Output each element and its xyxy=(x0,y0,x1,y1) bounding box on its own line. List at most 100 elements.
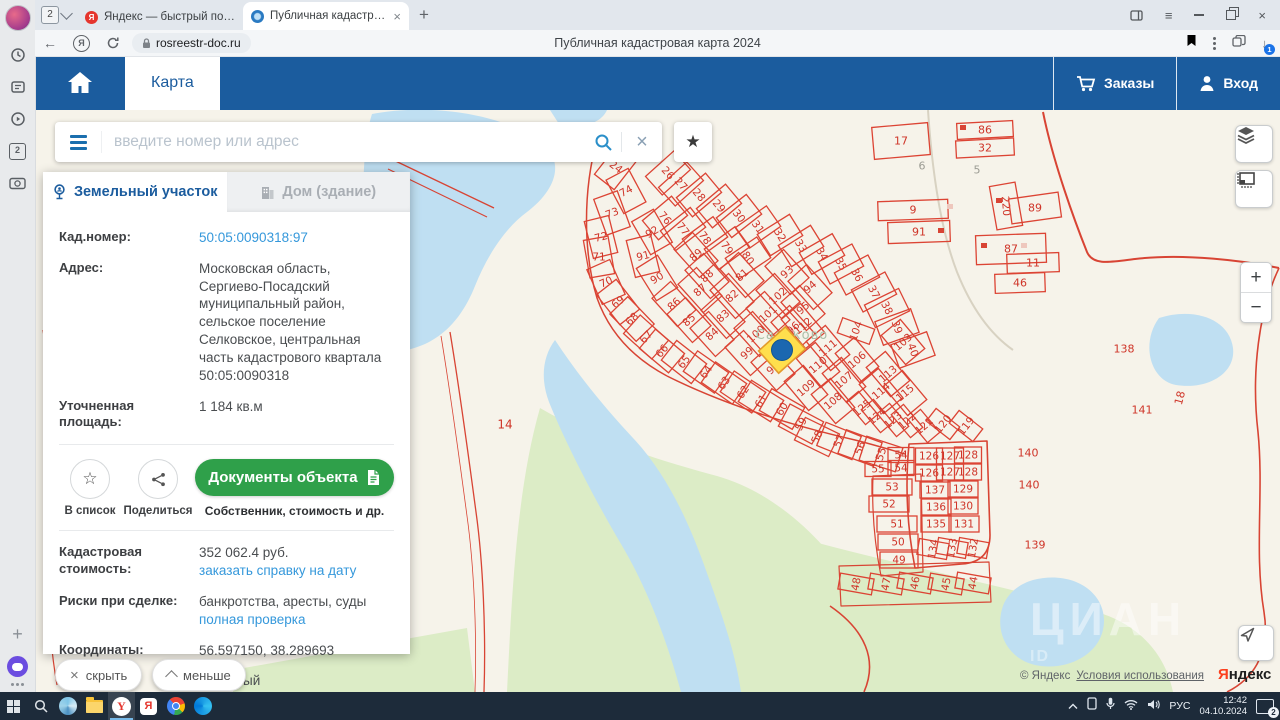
selected-parcel-marker[interactable] xyxy=(772,340,793,361)
share-button[interactable]: Поделиться xyxy=(127,459,189,517)
taskbar-edge[interactable] xyxy=(189,692,216,720)
phone-link-icon[interactable] xyxy=(1087,697,1097,715)
cadastral-parcel[interactable]: 126 xyxy=(916,465,943,481)
screenshot-icon[interactable] xyxy=(6,171,30,195)
close-tab-icon[interactable]: × xyxy=(393,9,401,24)
layers-button[interactable] xyxy=(1235,125,1273,163)
video-icon[interactable] xyxy=(6,107,30,131)
feed-icon[interactable] xyxy=(6,75,30,99)
wifi-icon[interactable] xyxy=(1124,697,1138,715)
menu-icon[interactable]: ≡ xyxy=(1165,8,1173,23)
cadastral-parcel[interactable]: 51 xyxy=(877,516,917,532)
cadastral-parcel[interactable]: 104 xyxy=(837,315,876,346)
detail-link[interactable]: полная проверка xyxy=(199,611,306,629)
parcel-number: 68 xyxy=(623,310,641,328)
download-icon[interactable]: ↓1 xyxy=(1262,36,1269,51)
close-icon: × xyxy=(70,667,79,684)
cadastral-parcel[interactable]: 128 xyxy=(955,464,982,480)
cadastral-parcel[interactable]: 132 xyxy=(956,536,989,561)
cadastral-parcel[interactable]: 89 xyxy=(1009,192,1062,224)
sidebar-add-icon[interactable]: + xyxy=(6,622,30,646)
login-button[interactable]: Вход xyxy=(1177,66,1280,100)
back-button[interactable]: ← xyxy=(43,35,57,51)
taskbar: Y Я РУС 12:4204.10.2024 2 xyxy=(0,692,1280,720)
cadastral-parcel[interactable]: 133 xyxy=(935,536,968,561)
collapse-panel-button[interactable]: меньше xyxy=(152,659,246,691)
cadastral-parcel[interactable]: 53 xyxy=(872,479,912,495)
cadastral-parcel[interactable]: 119 xyxy=(948,409,984,443)
taskbar-search-button[interactable] xyxy=(27,692,54,720)
sidebar-more-icon[interactable] xyxy=(11,683,24,686)
taskbar-yandex-browser[interactable]: Y xyxy=(108,692,135,720)
side-panel-icon[interactable] xyxy=(1130,10,1143,21)
add-to-list-button[interactable]: ☆ В список xyxy=(59,459,121,517)
microphone-icon[interactable] xyxy=(1106,697,1115,715)
search-input[interactable] xyxy=(102,133,585,151)
cadastral-parcel[interactable]: 129 xyxy=(948,481,978,497)
volume-icon[interactable] xyxy=(1147,697,1160,715)
cadastral-parcel[interactable]: 17 xyxy=(872,123,931,160)
tab-map[interactable]: Карта xyxy=(125,56,220,110)
yandex-home-icon[interactable]: Я xyxy=(73,35,90,52)
tab-yandex-search[interactable]: Я Яндекс — быстрый поиск xyxy=(77,4,243,30)
tab-house[interactable]: Дом (здание) xyxy=(227,172,411,212)
zoom-in-button[interactable]: + xyxy=(1241,263,1271,293)
parcel-number: 86 xyxy=(978,124,992,137)
alice-assistant-icon[interactable] xyxy=(7,656,28,677)
minimize-button[interactable] xyxy=(1194,14,1204,16)
favorites-button[interactable]: ★ xyxy=(674,122,712,162)
cadastral-number-link[interactable]: 50:05:0090318:97 xyxy=(199,229,308,247)
more-options-icon[interactable] xyxy=(1213,37,1216,50)
cadastral-parcel[interactable]: 32 xyxy=(956,138,1015,158)
parcel-number: 135 xyxy=(926,519,946,531)
zoom-out-button[interactable]: − xyxy=(1241,293,1271,322)
download-badge: 1 xyxy=(1264,44,1275,55)
tray-expand-icon[interactable] xyxy=(1068,697,1078,715)
language-indicator[interactable]: РУС xyxy=(1169,700,1190,712)
bookmark-icon[interactable] xyxy=(1186,34,1197,52)
history-icon[interactable] xyxy=(6,43,30,67)
cadastral-parcel[interactable]: 52 xyxy=(869,496,909,512)
cadastral-parcel[interactable]: 136 xyxy=(921,499,951,515)
start-button[interactable] xyxy=(0,692,27,720)
tab-counter[interactable]: 2 xyxy=(41,6,71,24)
cadastral-parcel[interactable]: 126 xyxy=(916,448,943,464)
address-bar[interactable]: rosreestr-doc.ru xyxy=(132,33,251,53)
home-button[interactable] xyxy=(35,70,125,96)
parcel-number: 108 xyxy=(822,390,845,412)
tab-cadastral-map[interactable]: Публичная кадастров × xyxy=(243,2,409,30)
tab-land-parcel[interactable]: Земельный участок xyxy=(43,172,227,212)
cadastral-parcel[interactable]: 137 xyxy=(920,482,950,498)
cadastral-parcel[interactable]: 135 xyxy=(921,516,951,532)
panel-row: Адрес:Московская область, Сергиево-Посад… xyxy=(59,260,394,385)
taskbar-explorer[interactable] xyxy=(81,692,108,720)
cadastral-parcel[interactable]: 120 xyxy=(925,407,961,441)
taskbar-yandex-app[interactable]: Я xyxy=(135,692,162,720)
profile-avatar[interactable] xyxy=(5,5,31,31)
navigation-arrow-icon xyxy=(1239,626,1256,643)
menu-burger-icon[interactable] xyxy=(55,131,102,153)
close-window-button[interactable]: × xyxy=(1258,8,1266,23)
collections-icon[interactable] xyxy=(1232,34,1246,52)
detail-link[interactable]: заказать справку на дату xyxy=(199,562,356,580)
object-documents-button[interactable]: Документы объекта xyxy=(195,459,394,496)
hide-panel-button[interactable]: × скрыть xyxy=(55,659,142,691)
taskbar-chrome[interactable] xyxy=(162,692,189,720)
new-tab-button[interactable]: + xyxy=(419,5,429,25)
clock[interactable]: 12:4204.10.2024 xyxy=(1199,695,1247,717)
tab-counter-icon[interactable]: 2 xyxy=(6,139,30,163)
measure-button[interactable] xyxy=(1235,170,1273,208)
cadastral-parcel[interactable]: 131 xyxy=(949,516,979,532)
orders-button[interactable]: Заказы xyxy=(1054,66,1176,100)
cadastral-parcel[interactable]: 128 xyxy=(955,447,982,463)
cadastral-parcel[interactable]: 130 xyxy=(948,498,978,514)
cadastral-parcel[interactable]: 46 xyxy=(995,273,1046,294)
restore-button[interactable] xyxy=(1226,10,1236,20)
taskbar-app-photos[interactable] xyxy=(54,692,81,720)
search-button[interactable] xyxy=(585,133,621,152)
clear-search-icon[interactable]: × xyxy=(622,131,662,154)
terms-link[interactable]: Условия использования xyxy=(1076,670,1204,682)
locate-button[interactable] xyxy=(1238,625,1274,661)
reload-button[interactable] xyxy=(106,36,120,50)
notifications-icon[interactable]: 2 xyxy=(1256,699,1274,714)
